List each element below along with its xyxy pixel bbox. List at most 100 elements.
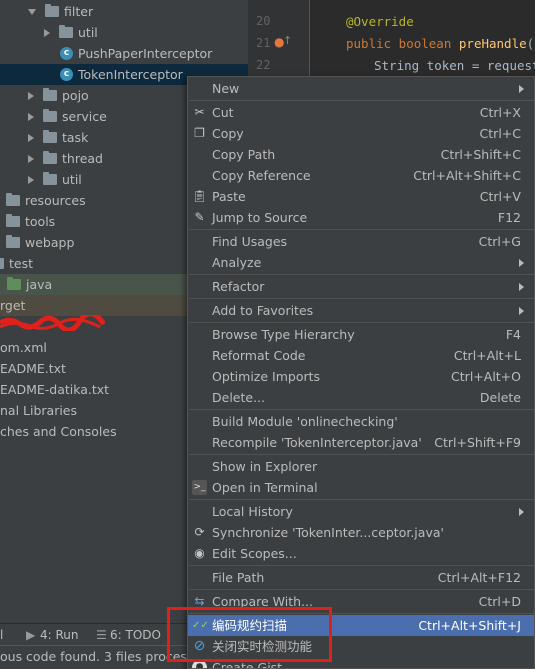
tree-item-util-2[interactable]: util [28, 169, 82, 190]
menu-item-copy[interactable]: ❐ Copy Ctrl+C [188, 123, 534, 144]
tree-item-label: resources [25, 193, 86, 208]
folder-icon [43, 151, 57, 164]
tree-item-filter[interactable]: filter [28, 1, 93, 22]
menu-item-label: Build Module 'onlinechecking' [212, 414, 398, 429]
expand-arrow-icon[interactable] [44, 28, 50, 37]
code-line-20: @Override [346, 14, 414, 29]
menu-separator [189, 565, 534, 566]
menu-item-label: Delete... [212, 390, 265, 405]
menu-item-file-path[interactable]: File Path Ctrl+Alt+F12 [188, 567, 534, 588]
expand-arrow-icon[interactable] [28, 175, 34, 184]
menu-separator [189, 100, 534, 101]
menu-separator [189, 298, 534, 299]
menu-item-label: Find Usages [212, 234, 288, 249]
tool-window-button[interactable]: l [0, 628, 3, 642]
tree-item-tools[interactable]: tools [6, 211, 55, 232]
menu-separator [189, 229, 534, 230]
todo-icon: ☰ [96, 628, 107, 642]
menu-item-label: Local History [212, 504, 293, 519]
menu-item-new[interactable]: New [188, 78, 534, 99]
menu-item-paste[interactable]: 📋︎ Paste Ctrl+V [188, 186, 534, 207]
menu-separator [189, 274, 534, 275]
menu-item-label: Open in Terminal [212, 480, 318, 495]
menu-item-shortcut: Ctrl+Alt+Shift+J [418, 618, 521, 633]
menu-item-cut[interactable]: ✂ Cut Ctrl+X [188, 102, 534, 123]
terminal-icon: >_ [192, 480, 207, 495]
menu-item-show-in-explorer[interactable]: Show in Explorer [188, 456, 534, 477]
menu-item-copy-reference[interactable]: Copy Reference Ctrl+Alt+Shift+C [188, 165, 534, 186]
tree-item-test[interactable]: test [0, 253, 33, 274]
tree-item-webapp[interactable]: webapp [6, 232, 74, 253]
menu-item-browse-type-hierarchy[interactable]: Browse Type Hierarchy F4 [188, 324, 534, 345]
tree-item-readme-datika[interactable]: EADME-datika.txt [0, 379, 109, 400]
menu-item-shortcut: Ctrl+X [479, 105, 521, 120]
menu-item-delete[interactable]: Delete... Delete [188, 387, 534, 408]
menu-item-optimize-imports[interactable]: Optimize Imports Ctrl+Alt+O [188, 366, 534, 387]
expand-arrow-icon[interactable] [28, 8, 36, 15]
menu-separator [189, 322, 534, 323]
tree-item-service[interactable]: service [28, 106, 107, 127]
tree-item-pom[interactable]: om.xml [0, 337, 47, 358]
menu-item-reformat-code[interactable]: Reformat Code Ctrl+Alt+L [188, 345, 534, 366]
submenu-arrow-icon [519, 85, 524, 93]
menu-item-label: Show in Explorer [212, 459, 318, 474]
expand-arrow-icon[interactable] [28, 154, 34, 163]
tree-item-label: PushPaperInterceptor [78, 46, 213, 61]
menu-item-open-in-terminal[interactable]: >_ Open in Terminal [188, 477, 534, 498]
function-name-text: preHandle [458, 36, 527, 51]
override-arrow-icon[interactable]: ↑ [283, 34, 292, 47]
menu-separator [189, 454, 534, 455]
tool-window-bar: l ▶ 4: Run ☰ 6: TODO [0, 623, 187, 645]
menu-item-refactor[interactable]: Refactor [188, 276, 534, 297]
menu-item-copy-path[interactable]: Copy Path Ctrl+Shift+C [188, 144, 534, 165]
menu-separator [189, 409, 534, 410]
tree-item-readme[interactable]: EADME.txt [0, 358, 66, 379]
menu-item-jump-to-source[interactable]: ✎ Jump to Source F12 [188, 207, 534, 228]
menu-item-shortcut: Ctrl+V [479, 189, 521, 204]
tree-item-task[interactable]: task [28, 127, 88, 148]
line-number: 22 [256, 58, 271, 72]
run-tool-button[interactable]: 4: Run [40, 628, 79, 642]
expand-arrow-icon[interactable] [28, 133, 34, 142]
menu-item-label: Copy Path [212, 147, 276, 162]
menu-item-analyze[interactable]: Analyze [188, 252, 534, 273]
tree-item-label: task [62, 130, 89, 145]
class-icon: c [60, 47, 73, 60]
menu-item-edit-scopes[interactable]: ◉ Edit Scopes... [188, 543, 534, 564]
menu-item-shortcut: Ctrl+Alt+F12 [437, 570, 521, 585]
menu-item-shortcut: Ctrl+Alt+O [451, 369, 521, 384]
menu-item-recompile[interactable]: Recompile 'TokenInterceptor.java' Ctrl+S… [188, 432, 534, 453]
menu-item-shortcut: Ctrl+C [479, 126, 521, 141]
tree-item-resources[interactable]: resources [6, 190, 86, 211]
tree-item-pushpaperinterceptor[interactable]: c PushPaperInterceptor [60, 43, 212, 64]
scissors-icon: ✂ [194, 105, 205, 119]
line-number: 21 [256, 36, 271, 50]
redaction-scribble [0, 315, 105, 331]
folder-icon [6, 214, 20, 227]
pencil-icon: ✎ [194, 210, 205, 224]
submenu-arrow-icon [519, 259, 524, 267]
menu-item-label: Cut [212, 105, 234, 120]
tree-item-scratches[interactable]: ches and Consoles [0, 421, 117, 442]
expand-arrow-icon[interactable] [28, 91, 34, 100]
menu-item-shortcut: Ctrl+G [478, 234, 521, 249]
tree-item-label: service [62, 109, 107, 124]
tree-item-label: pojo [62, 88, 89, 103]
tree-item-pojo[interactable]: pojo [28, 85, 89, 106]
tree-item-external-libraries[interactable]: nal Libraries [0, 400, 77, 421]
menu-item-local-history[interactable]: Local History [188, 501, 534, 522]
expand-arrow-icon[interactable] [28, 112, 34, 121]
menu-item-label: Copy Reference [212, 168, 311, 183]
folder-icon [6, 193, 20, 206]
tree-item-util[interactable]: util [44, 22, 98, 43]
todo-tool-button[interactable]: 6: TODO [110, 628, 161, 642]
tree-item-thread[interactable]: thread [28, 148, 103, 169]
menu-item-synchronize[interactable]: ⟳ Synchronize 'TokenInter...ceptor.java' [188, 522, 534, 543]
menu-item-build-module[interactable]: Build Module 'onlinechecking' [188, 411, 534, 432]
menu-item-find-usages[interactable]: Find Usages Ctrl+G [188, 231, 534, 252]
menu-item-label: Paste [212, 189, 246, 204]
menu-item-add-to-favorites[interactable]: Add to Favorites [188, 300, 534, 321]
folder-icon [0, 258, 4, 269]
folder-icon [43, 109, 57, 122]
menu-item-shortcut: Ctrl+Alt+L [453, 348, 521, 363]
